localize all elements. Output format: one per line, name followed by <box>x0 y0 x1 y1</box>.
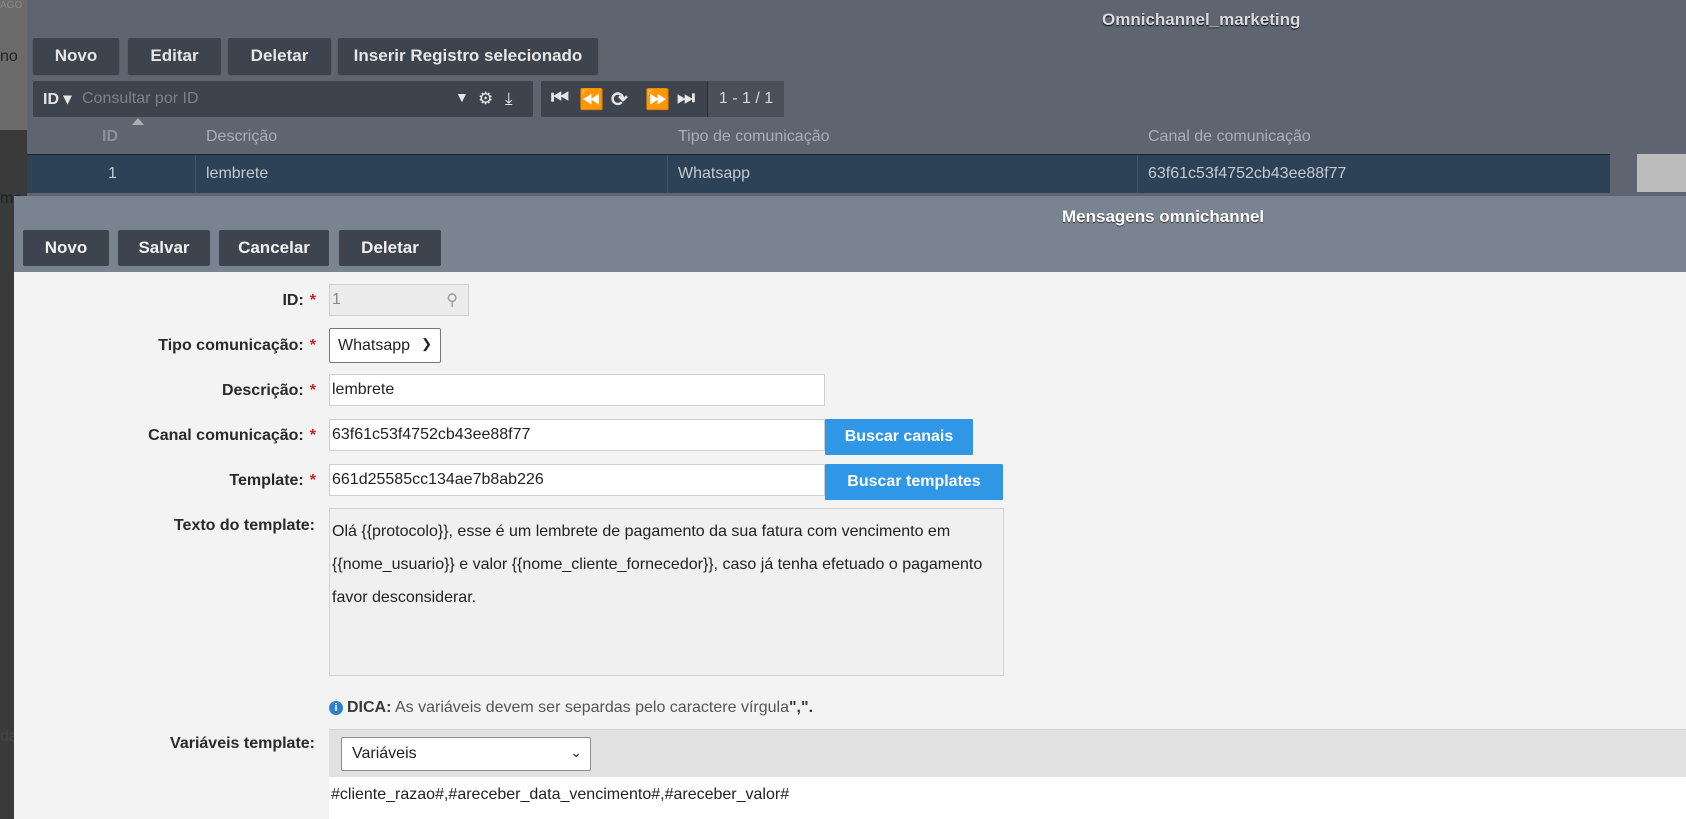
sort-asc-icon <box>132 118 144 125</box>
buscar-templates-button[interactable]: Buscar templates <box>825 464 1003 500</box>
refresh-icon[interactable]: ⟳ <box>611 87 628 112</box>
column-header-descricao[interactable]: Descrição <box>206 128 277 146</box>
first-page-icon[interactable]: ⏮ <box>551 87 569 110</box>
download-icon[interactable]: ⤓ <box>505 89 513 109</box>
column-divider <box>667 155 668 193</box>
editar-button[interactable]: Editar <box>128 38 221 74</box>
form-panel: Mensagens omnichannel Novo Salvar Cancel… <box>14 196 1686 819</box>
inserir-registro-button[interactable]: Inserir Registro selecionado <box>338 38 598 74</box>
column-header-canal[interactable]: Canal de comunicação <box>1148 128 1311 146</box>
novo-button[interactable]: Novo <box>33 38 119 74</box>
search-bar: ID ▾ Consultar por ID ▼ ⚙ ⤓ <box>33 81 533 117</box>
novo-button[interactable]: Novo <box>23 230 109 266</box>
cancelar-button[interactable]: Cancelar <box>219 230 329 266</box>
cell-tipo: Whatsapp <box>678 165 751 182</box>
info-icon: i <box>329 701 343 715</box>
form-title: Mensagens omnichannel <box>1062 207 1265 226</box>
canal-field[interactable]: 63f61c53f4752cb43ee88f77 <box>329 419 825 451</box>
search-field-select[interactable]: ID ▾ <box>43 89 71 109</box>
page-indicator: 1 - 1 / 1 <box>707 81 784 117</box>
deletar-button[interactable]: Deletar <box>228 38 331 74</box>
search-input[interactable]: Consultar por ID <box>82 90 199 108</box>
variaveis-toolbar: Variáveis ⌄ <box>329 729 1686 778</box>
variaveis-field[interactable]: #cliente_razao#,#areceber_data_venciment… <box>329 777 1686 819</box>
variaveis-select[interactable]: Variáveis ⌄ <box>341 737 591 771</box>
table-row[interactable]: 1 lembrete Whatsapp 63f61c53f4752cb43ee8… <box>27 154 1610 193</box>
variaveis-label: Variáveis template: <box>170 735 315 752</box>
next-page-icon[interactable]: ⏩ <box>645 87 670 112</box>
chevron-down-icon: ❯ <box>421 336 432 351</box>
tip-message: i DICA: As variáveis devem ser separdas p… <box>329 699 813 717</box>
advanced-search-icon[interactable]: ⚙ <box>478 89 493 109</box>
grid-title: Omnichannel_marketing <box>1102 10 1301 29</box>
left-label: no <box>0 48 18 65</box>
cell-descricao: lembrete <box>206 165 269 182</box>
canal-label: Canal comunicação: * <box>148 427 316 444</box>
template-label: Template: * <box>229 472 316 489</box>
column-header-tipo[interactable]: Tipo de comunicação <box>678 128 830 146</box>
column-divider <box>195 155 196 193</box>
texto-label: Texto do template: <box>173 517 315 534</box>
cell-canal: 63f61c53f4752cb43ee88f77 <box>1148 165 1347 182</box>
buscar-canais-button[interactable]: Buscar canais <box>825 419 973 455</box>
id-label: ID: * <box>282 292 316 309</box>
id-field[interactable]: 1 ⚲ <box>329 284 469 316</box>
template-field[interactable]: 661d25585cc134ae7b8ab226 <box>329 464 825 496</box>
last-page-icon[interactable]: ⏭ <box>677 87 695 110</box>
chevron-down-icon: ⌄ <box>570 744 582 760</box>
grid-panel: Omnichannel_marketing Novo Editar Deleta… <box>27 0 1686 196</box>
pagination-nav: ⏮ ⏪ ⟳ ⏩ ⏭ <box>541 81 707 117</box>
previous-page-icon[interactable]: ⏪ <box>579 87 604 112</box>
texto-template-area[interactable]: Olá {{protocolo}}, esse é um lembrete de… <box>329 508 1004 676</box>
texto-line: favor desconsiderar. <box>332 589 477 606</box>
column-header-id[interactable]: ID <box>102 128 118 146</box>
tipo-label: Tipo comunicação: * <box>158 337 316 354</box>
chevron-down-icon[interactable]: ▼ <box>455 89 469 105</box>
deletar-button[interactable]: Deletar <box>339 230 441 266</box>
row-scroll-area <box>1637 154 1686 192</box>
salvar-button[interactable]: Salvar <box>118 230 210 266</box>
descricao-field[interactable]: lembrete <box>329 374 825 406</box>
texto-line: Olá {{protocolo}}, esse é um lembrete de… <box>332 523 951 540</box>
left-label: AGO <box>0 0 23 11</box>
form-header: Mensagens omnichannel Novo Salvar Cancel… <box>14 196 1686 272</box>
texto-line: {{nome_usuario}} e valor {{nome_cliente_… <box>332 556 983 573</box>
search-icon[interactable]: ⚲ <box>446 290 458 310</box>
column-divider <box>1137 155 1138 193</box>
cell-id: 1 <box>108 165 117 182</box>
tipo-select[interactable]: Whatsapp ❯ <box>329 328 441 363</box>
descricao-label: Descrição: * <box>221 382 316 399</box>
